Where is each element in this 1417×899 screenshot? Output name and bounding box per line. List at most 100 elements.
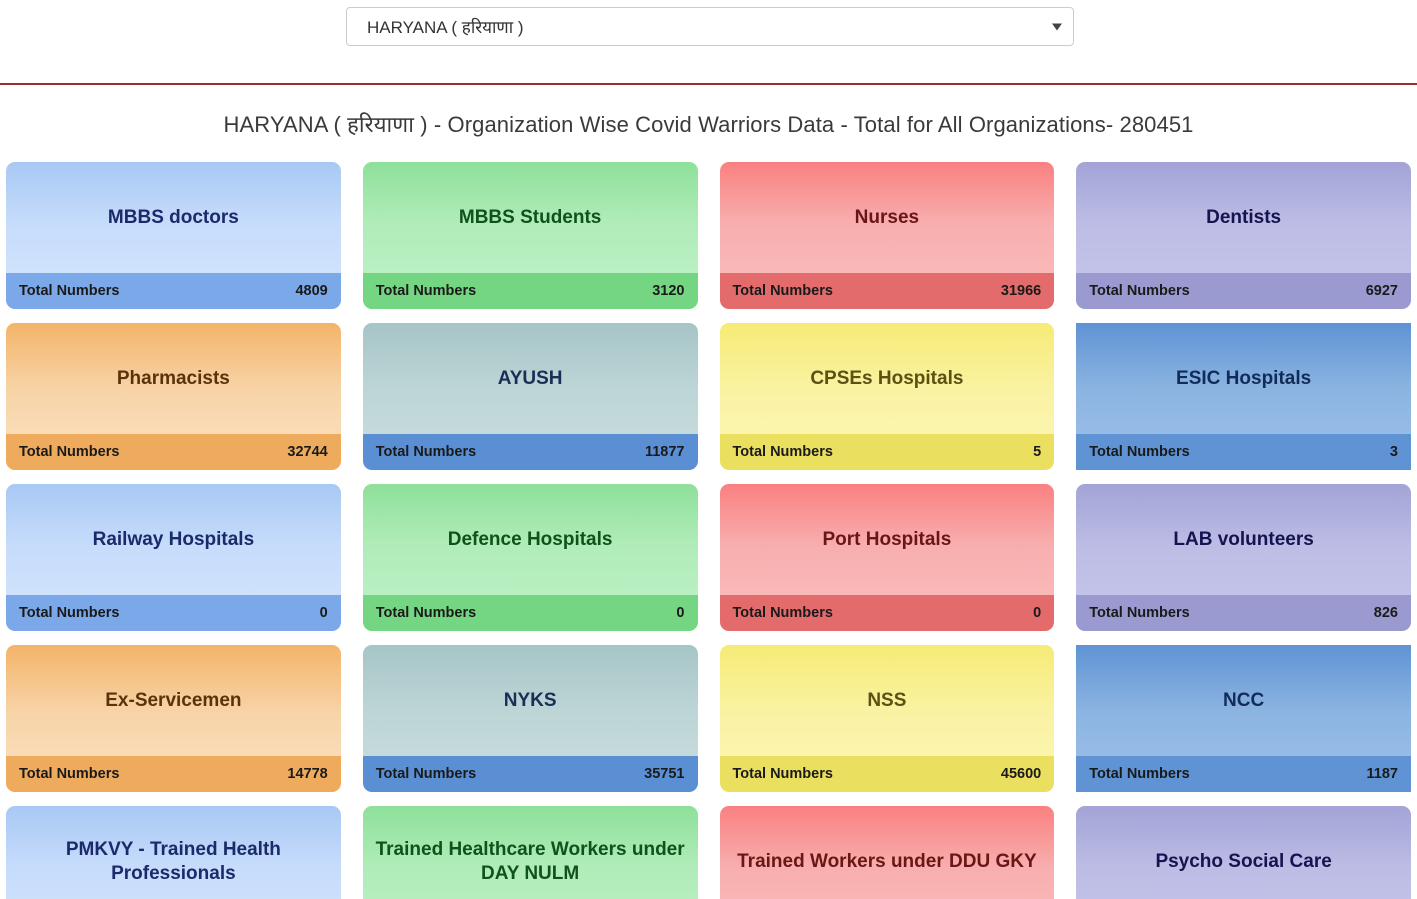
card-footer: Total Numbers 826	[1076, 595, 1411, 632]
organization-card[interactable]: Railway Hospitals Total Numbers 0	[6, 484, 341, 632]
card-footer-value: 4809	[295, 283, 328, 300]
card-footer-label: Total Numbers	[19, 605, 120, 622]
card-title: NCC	[1223, 689, 1265, 711]
card-body: AYUSH	[362, 323, 698, 435]
card-body: NYKS	[362, 645, 698, 757]
organization-card[interactable]: CPSEs Hospitals Total Numbers 5	[719, 323, 1055, 471]
card-footer-label: Total Numbers	[375, 766, 477, 783]
card-body: Ex-Servicemen	[6, 645, 341, 757]
organization-card[interactable]: Nurses Total Numbers 31966	[719, 162, 1055, 310]
card-title: Trained Workers under DDU GKY	[737, 850, 1037, 872]
card-title: Port Hospitals	[822, 528, 952, 550]
card-footer-label: Total Numbers	[1089, 766, 1190, 783]
card-footer: Total Numbers 5	[719, 434, 1055, 471]
card-footer-value: 45600	[1000, 766, 1042, 783]
card-footer-value: 3	[1389, 444, 1398, 461]
card-footer-value: 11877	[644, 444, 685, 461]
card-body: Trained Healthcare Workers under DAY NUL…	[362, 806, 698, 899]
card-footer: Total Numbers 0	[362, 595, 698, 632]
card-body: Pharmacists	[6, 323, 341, 435]
organization-card-grid: MBBS doctors Total Numbers 4809 MBBS Studen…	[0, 162, 1417, 899]
card-footer-label: Total Numbers	[19, 283, 120, 300]
card-body: Dentists	[1076, 162, 1411, 274]
card-footer-label: Total Numbers	[375, 605, 477, 622]
card-body: NSS	[719, 645, 1055, 757]
organization-card[interactable]: NSS Total Numbers 45600	[719, 645, 1055, 793]
organization-card[interactable]: Trained Healthcare Workers under DAY NUL…	[362, 806, 698, 899]
card-footer-value: 32744	[287, 444, 328, 461]
card-footer-value: 0	[1033, 605, 1042, 622]
card-footer-label: Total Numbers	[1089, 605, 1190, 622]
card-title: Defence Hospitals	[447, 528, 613, 550]
card-footer: Total Numbers 14778	[6, 756, 341, 793]
card-footer: Total Numbers 32744	[6, 434, 341, 471]
organization-card[interactable]: Ex-Servicemen Total Numbers 14778	[6, 645, 341, 793]
organization-card[interactable]: MBBS doctors Total Numbers 4809	[6, 162, 341, 310]
card-footer-label: Total Numbers	[1089, 283, 1190, 300]
organization-card[interactable]: LAB volunteers Total Numbers 826	[1076, 484, 1411, 632]
card-footer: Total Numbers 0	[6, 595, 341, 632]
card-footer: Total Numbers 0	[719, 595, 1055, 632]
card-title: CPSEs Hospitals	[810, 367, 964, 389]
organization-card[interactable]: Defence Hospitals Total Numbers 0	[362, 484, 698, 632]
state-select-value: HARYANA ( हरियाणा )	[367, 18, 524, 37]
card-title: NSS	[867, 689, 907, 711]
page-title: HARYANA ( हरियाणा ) - Organization Wise …	[223, 112, 1194, 137]
state-select[interactable]: HARYANA ( हरियाणा )	[346, 7, 1074, 46]
card-footer: Total Numbers 3	[1076, 434, 1411, 471]
card-body: Defence Hospitals	[362, 484, 698, 596]
card-title: LAB volunteers	[1173, 528, 1314, 550]
card-footer-label: Total Numbers	[1089, 444, 1190, 461]
card-footer-label: Total Numbers	[732, 605, 833, 622]
card-footer: Total Numbers 3120	[362, 273, 698, 310]
card-title: Psycho Social Care	[1155, 850, 1332, 872]
state-select-wrapper[interactable]: HARYANA ( हरियाणा )	[346, 7, 1074, 46]
organization-card[interactable]: AYUSH Total Numbers 11877	[362, 323, 698, 471]
card-footer-value: 5	[1033, 444, 1042, 461]
organization-card[interactable]: Dentists Total Numbers 6927	[1076, 162, 1411, 310]
card-footer: Total Numbers 45600	[719, 756, 1055, 793]
card-body: ESIC Hospitals	[1076, 323, 1411, 435]
card-body: CPSEs Hospitals	[719, 323, 1055, 435]
organization-card[interactable]: Pharmacists Total Numbers 32744	[6, 323, 341, 471]
card-footer: Total Numbers 6927	[1076, 273, 1411, 310]
card-title: Dentists	[1206, 206, 1282, 228]
card-body: PMKVY - Trained Health Professionals	[6, 806, 341, 899]
card-footer-value: 14778	[287, 766, 328, 783]
organization-card[interactable]: NCC Total Numbers 1187	[1076, 645, 1411, 793]
card-footer: Total Numbers 11877	[362, 434, 698, 471]
card-title: Pharmacists	[116, 367, 230, 389]
card-body: MBBS Students	[362, 162, 698, 274]
organization-card[interactable]: MBBS Students Total Numbers 3120	[362, 162, 698, 310]
card-footer-label: Total Numbers	[19, 766, 120, 783]
card-footer-value: 1187	[1366, 766, 1398, 783]
organization-card[interactable]: PMKVY - Trained Health ProfessionalsTota…	[6, 806, 341, 899]
organization-card[interactable]: Trained Workers under DDU GKYTotal Numbe…	[719, 806, 1055, 899]
card-body: LAB volunteers	[1076, 484, 1411, 596]
organization-card[interactable]: NYKS Total Numbers 35751	[362, 645, 698, 793]
card-title: AYUSH	[497, 367, 563, 389]
card-body: Trained Workers under DDU GKY	[719, 806, 1055, 899]
card-footer-value: 31966	[1000, 283, 1042, 300]
card-body: Psycho Social Care	[1076, 806, 1411, 899]
organization-card[interactable]: ESIC Hospitals Total Numbers 3	[1076, 323, 1411, 471]
card-footer: Total Numbers 35751	[362, 756, 698, 793]
card-footer-label: Total Numbers	[375, 444, 477, 461]
card-title: NYKS	[503, 689, 557, 711]
card-title: Nurses	[854, 206, 920, 228]
card-title: PMKVY - Trained Health Professionals	[65, 838, 281, 884]
card-title: Trained Healthcare Workers under DAY NUL…	[375, 838, 685, 884]
card-footer-value: 826	[1373, 605, 1398, 622]
card-footer-value: 0	[676, 605, 685, 622]
organization-card[interactable]: Port Hospitals Total Numbers 0	[719, 484, 1055, 632]
card-title: Ex-Servicemen	[105, 689, 242, 711]
card-footer-value: 3120	[652, 283, 685, 300]
card-body: Port Hospitals	[719, 484, 1055, 596]
card-body: MBBS doctors	[6, 162, 341, 274]
card-title: ESIC Hospitals	[1176, 367, 1312, 389]
organization-card[interactable]: Psycho Social CareTotal Numbers	[1076, 806, 1411, 899]
card-footer: Total Numbers 4809	[6, 273, 341, 310]
top-selector-bar: HARYANA ( हरियाणा )	[0, 0, 1417, 83]
card-footer: Total Numbers 31966	[719, 273, 1055, 310]
card-footer-label: Total Numbers	[732, 283, 833, 300]
